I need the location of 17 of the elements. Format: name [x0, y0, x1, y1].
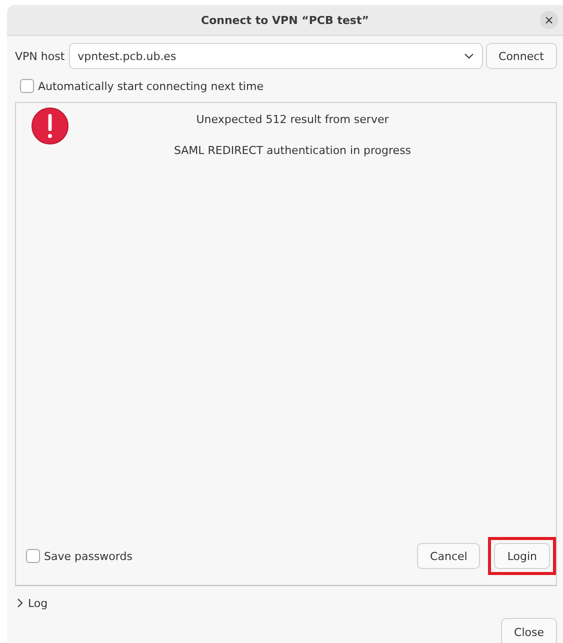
autostart-label: Automatically start connecting next time	[38, 80, 264, 92]
host-combo-field[interactable]: vpntest.pcb.ub.es	[68, 43, 483, 69]
error-icon	[31, 107, 69, 145]
save-passwords-label: Save passwords	[44, 550, 132, 562]
dialog-button[interactable]: Cancel	[417, 543, 480, 569]
window-title: Connect to VPN “PCB test”	[201, 14, 369, 26]
autostart-checkbox[interactable]	[20, 79, 34, 93]
close-dialog-button[interactable]: Close	[501, 618, 557, 643]
dropdown-chevron-icon	[464, 53, 474, 59]
log-expander[interactable]: Log	[17, 596, 48, 610]
status-message: SAML REDIRECT authentication in progress	[174, 144, 412, 157]
host-label: VPN host	[15, 50, 65, 62]
connect-button[interactable]: Connect	[486, 43, 557, 69]
save-passwords-checkbox[interactable]	[26, 549, 40, 563]
close-button[interactable]: ×	[540, 11, 558, 29]
status-message: Unexpected 512 result from server	[196, 113, 389, 126]
dialog-button[interactable]: Login	[494, 543, 550, 569]
